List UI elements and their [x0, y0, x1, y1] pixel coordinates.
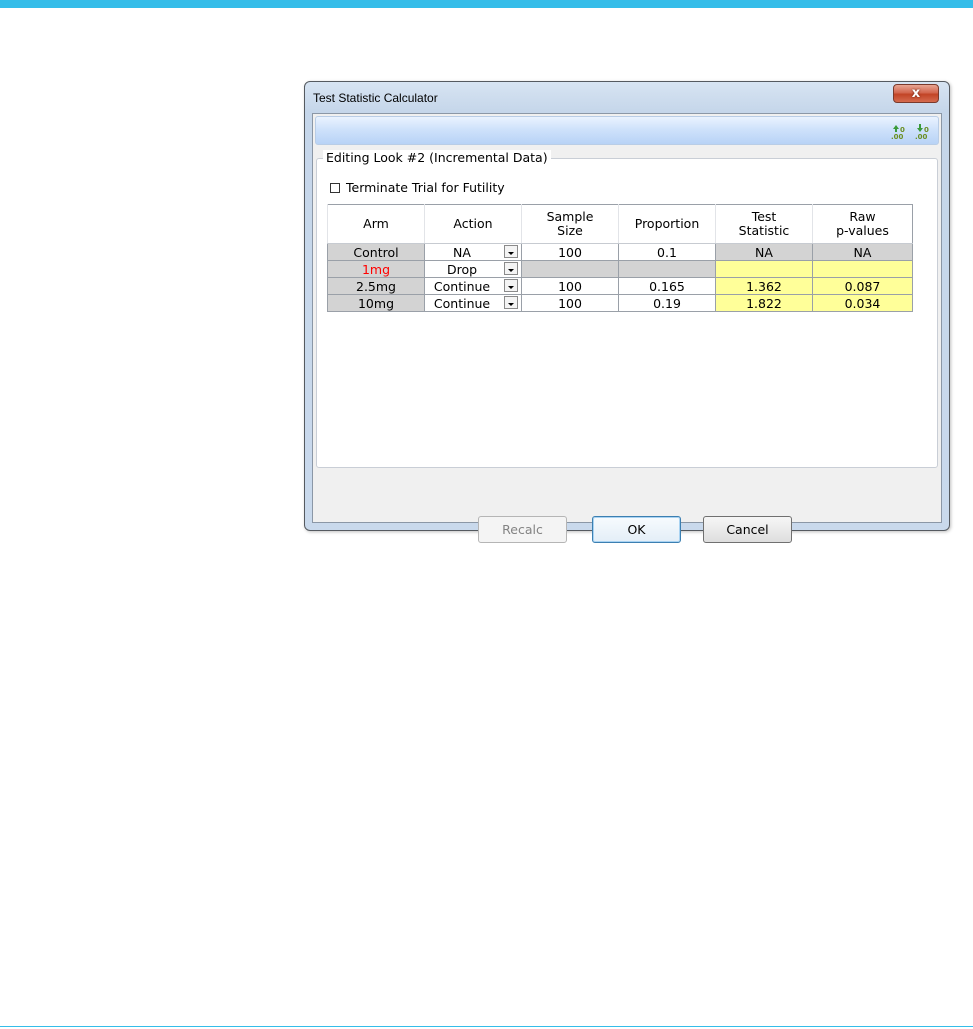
action-cell[interactable]: NA [424, 243, 522, 261]
header-raw-p-values: Raw p-values [812, 204, 913, 244]
window-title: Test Statistic Calculator [313, 91, 438, 105]
arm-cell: Control [327, 243, 425, 261]
look-data-grid: Arm Action Sample Size Proportion Test Sta… [327, 204, 913, 312]
chevron-down-icon[interactable] [504, 262, 518, 275]
sample-size-cell[interactable]: 100 [521, 243, 619, 261]
increase-decimal-icon[interactable]: 0 .00 [890, 122, 908, 140]
action-value: Continue [433, 295, 491, 311]
terminate-futility-checkbox[interactable] [330, 182, 340, 193]
p-value-cell: NA [812, 243, 913, 261]
top-accent-bar [0, 0, 973, 8]
sample-size-cell [521, 260, 619, 278]
action-value: Continue [433, 278, 491, 294]
bottom-accent-rule [0, 1026, 973, 1027]
action-value: Drop [446, 261, 478, 277]
chevron-down-icon[interactable] [504, 279, 518, 292]
grid-header-row: Arm Action Sample Size Proportion Test Sta… [327, 204, 913, 244]
table-row: Control NA 100 0.1 NA NA [327, 243, 913, 261]
test-statistic-cell: 1.362 [715, 277, 813, 295]
sample-size-cell[interactable]: 100 [521, 294, 619, 312]
dialog-client-area: 0 .00 0 .00 Editing Look #2 (Incremental… [312, 113, 942, 543]
test-statistic-cell [715, 260, 813, 278]
proportion-cell[interactable]: 0.1 [618, 243, 716, 261]
sample-size-cell[interactable]: 100 [521, 277, 619, 295]
cancel-button[interactable]: Cancel [703, 516, 792, 543]
test-statistic-cell: 1.822 [715, 294, 813, 312]
action-cell[interactable]: Drop [424, 260, 522, 278]
svg-text:.00: .00 [915, 133, 928, 140]
svg-text:.00: .00 [891, 133, 904, 140]
proportion-cell[interactable]: 0.165 [618, 277, 716, 295]
action-cell[interactable]: Continue [424, 294, 522, 312]
chevron-down-icon[interactable] [504, 296, 518, 309]
close-icon: x [911, 86, 921, 101]
decrease-decimal-icon[interactable]: 0 .00 [914, 122, 932, 140]
header-arm: Arm [327, 204, 425, 244]
test-statistic-cell: NA [715, 243, 813, 261]
p-value-cell: 0.087 [812, 277, 913, 295]
arm-cell: 10mg [327, 294, 425, 312]
group-legend: Editing Look #2 (Incremental Data) [323, 150, 551, 165]
arm-cell: 2.5mg [327, 277, 425, 295]
p-value-cell: 0.034 [812, 294, 913, 312]
proportion-cell [618, 260, 716, 278]
close-button[interactable]: x [893, 84, 939, 103]
recalc-button[interactable]: Recalc [478, 516, 567, 543]
table-row: 10mg Continue 100 0.19 1.822 0.034 [327, 294, 913, 312]
table-row: 2.5mg Continue 100 0.165 1.362 0.087 [327, 277, 913, 295]
header-action: Action [424, 204, 522, 244]
proportion-cell[interactable]: 0.19 [618, 294, 716, 312]
table-row: 1mg Drop [327, 260, 913, 278]
p-value-cell [812, 260, 913, 278]
header-test-statistic: Test Statistic [715, 204, 813, 244]
chevron-down-icon[interactable] [504, 245, 518, 258]
header-sample-size: Sample Size [521, 204, 619, 244]
terminate-futility-option[interactable]: Terminate Trial for Futility [330, 180, 505, 195]
ok-button[interactable]: OK [592, 516, 681, 543]
header-proportion: Proportion [618, 204, 716, 244]
action-cell[interactable]: Continue [424, 277, 522, 295]
terminate-futility-label: Terminate Trial for Futility [346, 180, 505, 195]
test-statistic-calculator-dialog: Test Statistic Calculator x 0 .00 0 .00 … [304, 81, 950, 543]
editing-look-group: Editing Look #2 (Incremental Data) Termi… [316, 150, 938, 468]
toolbar: 0 .00 0 .00 [315, 116, 939, 145]
arm-cell: 1mg [327, 260, 425, 278]
title-bar[interactable]: Test Statistic Calculator x [305, 82, 949, 114]
action-value: NA [453, 244, 471, 260]
